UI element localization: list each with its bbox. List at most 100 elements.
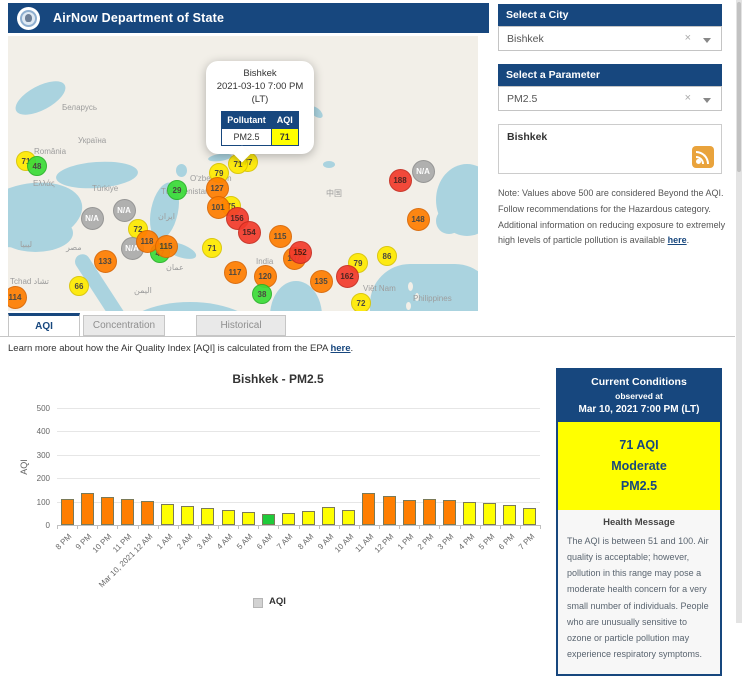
map-marker[interactable]: 188 <box>389 169 412 192</box>
water-mediterranean-east <box>8 214 73 252</box>
lake-china <box>323 161 335 168</box>
map-marker[interactable]: 115 <box>269 225 292 248</box>
map-marker[interactable]: 162 <box>336 265 359 288</box>
chart-bar[interactable] <box>81 493 94 525</box>
chart-y-tick-label: 0 <box>8 521 50 530</box>
chart-bar[interactable] <box>342 510 355 525</box>
scrollbar-thumb[interactable] <box>737 2 741 172</box>
note-here-link[interactable]: here <box>668 235 687 245</box>
chart-y-tick-label: 500 <box>8 404 50 413</box>
parameter-clear-icon[interactable]: × <box>685 92 691 104</box>
map-marker[interactable]: 38 <box>252 284 272 304</box>
map-marker[interactable]: 48 <box>27 156 47 176</box>
chart-x-tick <box>540 525 541 529</box>
chart-bar[interactable] <box>101 497 114 525</box>
city-clear-icon[interactable]: × <box>685 32 691 44</box>
chart-bar[interactable] <box>181 506 194 525</box>
city-select-value: Bishkek <box>507 33 544 45</box>
chart-y-tick-label: 400 <box>8 427 50 436</box>
chart-bar[interactable] <box>262 514 275 525</box>
map-marker[interactable]: 152 <box>289 241 312 264</box>
observed-datetime: Mar 10, 2021 7:00 PM (LT) <box>561 404 717 415</box>
rss-dot <box>696 159 701 164</box>
learn-more-here-link[interactable]: here <box>330 343 350 354</box>
map-marker[interactable]: 86 <box>377 246 397 266</box>
chart-x-tick <box>117 525 118 529</box>
chart-bar[interactable] <box>201 508 214 525</box>
map-marker[interactable]: N/A <box>412 160 435 183</box>
health-message-title: Health Message <box>567 517 711 528</box>
city-select[interactable]: Bishkek × <box>498 26 722 51</box>
chart-x-tick <box>57 525 58 529</box>
chart-bar[interactable] <box>362 493 375 525</box>
chart-bar[interactable] <box>161 504 174 525</box>
map-marker[interactable]: 114 <box>8 286 27 309</box>
chart-bar[interactable] <box>403 500 416 525</box>
map-place-label: مصر <box>66 243 82 252</box>
legend-swatch[interactable] <box>253 598 263 608</box>
popup-timezone: (LT) <box>210 94 310 107</box>
chart-bar[interactable] <box>443 500 456 525</box>
map-marker[interactable]: 29 <box>167 180 187 200</box>
chart-bar[interactable] <box>302 511 315 525</box>
map-marker[interactable]: 135 <box>310 270 333 293</box>
chart-bar[interactable] <box>141 501 154 525</box>
chart-bar[interactable] <box>282 513 295 525</box>
map-marker[interactable]: 115 <box>155 235 178 258</box>
chart-x-tick <box>520 525 521 529</box>
parameter-chevron-down-icon[interactable] <box>703 98 711 103</box>
tab-historical[interactable]: Historical <box>196 315 286 336</box>
map-place-label: Ελλάς <box>33 179 55 188</box>
tab-aqi[interactable]: AQI <box>8 313 80 337</box>
current-aqi-value: 71 AQI <box>561 435 717 456</box>
chart-x-tick <box>77 525 78 529</box>
chart-x-tick <box>278 525 279 529</box>
chart-bar[interactable] <box>242 512 255 525</box>
water-baltic <box>11 74 71 121</box>
chart-bar[interactable] <box>423 499 436 525</box>
city-chevron-down-icon[interactable] <box>703 38 711 43</box>
chart-bar[interactable] <box>503 505 516 525</box>
map-place-label: Tchad تشاد <box>10 277 49 286</box>
map-marker[interactable]: 72 <box>351 293 371 311</box>
aqi-map[interactable]: 714877717929127164N/A188148N/AN/A7247N/A… <box>8 36 478 311</box>
tab-concentration[interactable]: Concentration <box>83 315 165 336</box>
app-header: AirNow Department of State <box>8 3 489 33</box>
map-marker[interactable]: 71 <box>202 238 222 258</box>
aqi-note: Note: Values above 500 are considered Be… <box>498 186 726 249</box>
chart-bar[interactable] <box>222 510 235 525</box>
map-place-label: اليمن <box>134 286 152 295</box>
chart-bar[interactable] <box>383 496 396 525</box>
app-title: AirNow Department of State <box>53 11 224 25</box>
learn-more-text: Learn more about how the Air Quality Ind… <box>8 343 353 354</box>
chart-x-tick <box>198 525 199 529</box>
chart-bar[interactable] <box>523 508 536 525</box>
current-conditions-header: Current Conditions observed at Mar 10, 2… <box>558 370 720 422</box>
chart-x-tick <box>238 525 239 529</box>
map-marker[interactable]: 66 <box>69 276 89 296</box>
map-marker[interactable]: 148 <box>407 208 430 231</box>
current-aqi-block: 71 AQI Moderate PM2.5 <box>558 422 720 510</box>
chart-bar[interactable] <box>121 499 134 525</box>
rss-icon[interactable] <box>692 146 714 168</box>
parameter-select[interactable]: PM2.5 × <box>498 86 722 111</box>
chart-bar[interactable] <box>322 507 335 525</box>
map-place-label: Türkiye <box>92 184 118 193</box>
chart-x-tick <box>460 525 461 529</box>
select-parameter-header: Select a Parameter <box>498 64 722 86</box>
chart-x-tick <box>339 525 340 529</box>
map-marker[interactable]: 117 <box>224 261 247 284</box>
chart-x-tick <box>419 525 420 529</box>
legend-label[interactable]: AQI <box>269 596 286 607</box>
map-marker[interactable]: 154 <box>238 221 261 244</box>
select-city-header: Select a City <box>498 4 722 26</box>
chart-x-tick <box>439 525 440 529</box>
map-marker[interactable]: N/A <box>81 207 104 230</box>
chart-bar[interactable] <box>61 499 74 525</box>
map-marker[interactable]: N/A <box>113 199 136 222</box>
chart-bar[interactable] <box>463 502 476 525</box>
rss-city-label: Bishkek <box>507 131 547 143</box>
learn-more-suffix: . <box>351 343 354 354</box>
chart-bar[interactable] <box>483 503 496 525</box>
map-marker[interactable]: 133 <box>94 250 117 273</box>
